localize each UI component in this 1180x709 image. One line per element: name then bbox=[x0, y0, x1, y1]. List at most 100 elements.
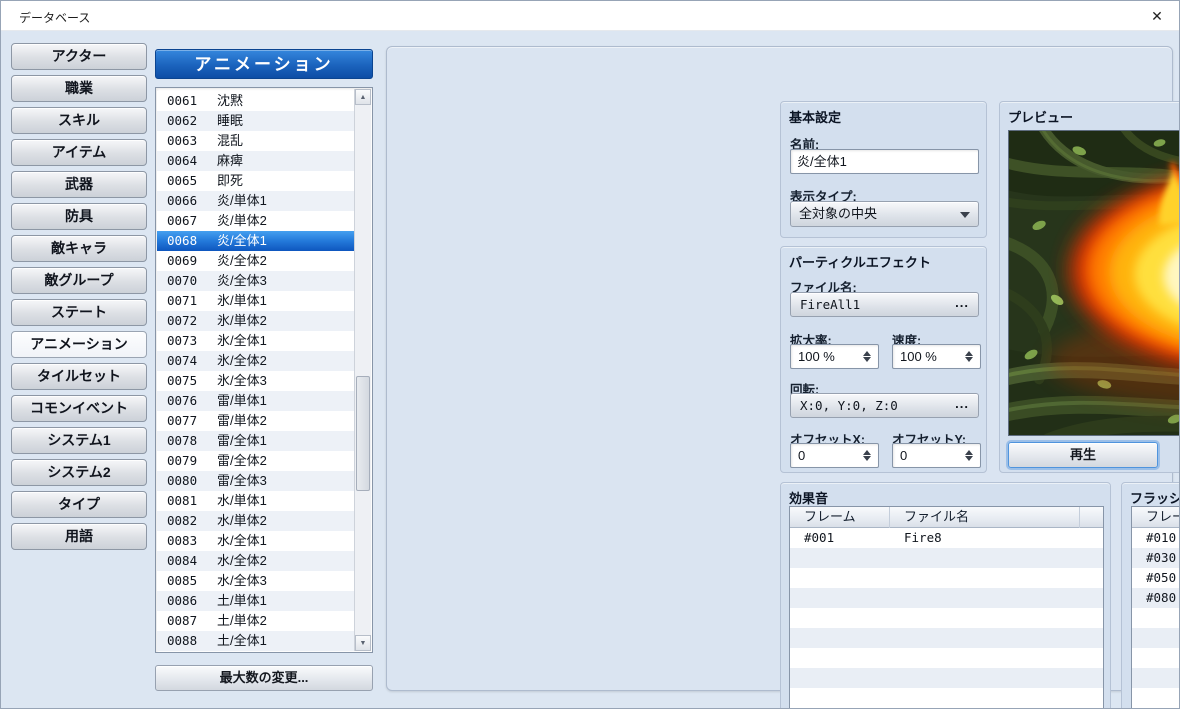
scrollbar-thumb[interactable] bbox=[356, 376, 370, 491]
animation-list-item[interactable]: 0083水/全体1 bbox=[157, 531, 354, 551]
sidebar-item-classes[interactable]: 職業 bbox=[11, 75, 147, 102]
spin-up-icon[interactable] bbox=[965, 450, 973, 455]
animation-list-item[interactable]: 0080雷/全体3 bbox=[157, 471, 354, 491]
animation-id: 0080 bbox=[167, 471, 211, 491]
sidebar-item-troops[interactable]: 敵グループ bbox=[11, 267, 147, 294]
spin-up-icon[interactable] bbox=[863, 450, 871, 455]
flash-row[interactable]: #01030(255,221,51,204) bbox=[1132, 528, 1180, 548]
animation-list-item[interactable]: 0077雷/単体2 bbox=[157, 411, 354, 431]
sidebar-item-terms[interactable]: 用語 bbox=[11, 523, 147, 550]
animation-list-item[interactable]: 0078雷/全体1 bbox=[157, 431, 354, 451]
animation-name: 氷/全体3 bbox=[211, 373, 267, 388]
speed-spinner[interactable]: 100 % bbox=[892, 344, 981, 369]
flash-title: フラッシュ bbox=[1130, 488, 1180, 507]
flash-row[interactable]: #03030(187,102,102,68) bbox=[1132, 548, 1180, 568]
flash-table[interactable]: フレーム時間色 #01030(255,221,51,204)#03030(187… bbox=[1131, 506, 1180, 709]
sidebar-item-states[interactable]: ステート bbox=[11, 299, 147, 326]
flash-column-header: フレーム bbox=[1132, 507, 1180, 528]
particle-effect-title: パーティクルエフェクト bbox=[789, 252, 931, 271]
flash-cell: #080 bbox=[1132, 588, 1180, 608]
se-row[interactable]: #001Fire8 bbox=[790, 528, 1103, 548]
play-button[interactable]: 再生 bbox=[1008, 442, 1158, 468]
change-maximum-button[interactable]: 最大数の変更... bbox=[155, 665, 373, 691]
animation-list-item[interactable]: 0073氷/全体1 bbox=[157, 331, 354, 351]
animation-list-item[interactable]: 0071氷/単体1 bbox=[157, 291, 354, 311]
se-column-header-spacer bbox=[1080, 507, 1103, 528]
animation-list-item[interactable]: 0070炎/全体3 bbox=[157, 271, 354, 291]
close-icon[interactable]: ✕ bbox=[1145, 5, 1169, 27]
animation-list-item[interactable]: 0088土/全体1 bbox=[157, 631, 354, 651]
flash-row[interactable]: #05030(255,221,51,204) bbox=[1132, 568, 1180, 588]
animation-list-item[interactable]: 0086土/単体1 bbox=[157, 591, 354, 611]
animation-list-item[interactable]: 0064麻痺 bbox=[157, 151, 354, 171]
animation-name: 土/全体1 bbox=[211, 633, 267, 648]
animation-list-item[interactable]: 0087土/単体2 bbox=[157, 611, 354, 631]
spin-up-icon[interactable] bbox=[863, 351, 871, 356]
sidebar-item-tilesets[interactable]: タイルセット bbox=[11, 363, 147, 390]
sidebar-item-actors[interactable]: アクター bbox=[11, 43, 147, 70]
spin-down-icon[interactable] bbox=[965, 357, 973, 362]
animation-id: 0075 bbox=[167, 371, 211, 391]
animation-id: 0061 bbox=[167, 91, 211, 111]
se-cell: Fire8 bbox=[890, 528, 1080, 548]
offset-y-spinner[interactable]: 0 bbox=[892, 443, 981, 468]
animation-list-item[interactable]: 0065即死 bbox=[157, 171, 354, 191]
animation-name: 沈黙 bbox=[211, 93, 243, 108]
animation-id: 0088 bbox=[167, 631, 211, 651]
animation-list-item[interactable]: 0074氷/全体2 bbox=[157, 351, 354, 371]
rotation-picker[interactable]: X:0, Y:0, Z:0 ... bbox=[790, 393, 979, 418]
spin-up-icon[interactable] bbox=[965, 351, 973, 356]
sidebar-item-items[interactable]: アイテム bbox=[11, 139, 147, 166]
animation-name: 水/全体1 bbox=[211, 533, 267, 548]
animation-list-item[interactable]: 0069炎/全体2 bbox=[157, 251, 354, 271]
name-input[interactable]: 炎/全体1 bbox=[790, 149, 979, 174]
animation-id: 0079 bbox=[167, 451, 211, 471]
sidebar-item-animations[interactable]: アニメーション bbox=[11, 331, 147, 358]
animation-name: 水/単体2 bbox=[211, 513, 267, 528]
spin-down-icon[interactable] bbox=[863, 357, 871, 362]
spin-down-icon[interactable] bbox=[965, 456, 973, 461]
scroll-up-icon[interactable]: ▲ bbox=[355, 89, 371, 105]
sidebar-item-system1[interactable]: システム1 bbox=[11, 427, 147, 454]
animation-id: 0085 bbox=[167, 571, 211, 591]
speed-value: 100 % bbox=[900, 346, 937, 368]
sidebar-item-types[interactable]: タイプ bbox=[11, 491, 147, 518]
animation-list-item[interactable]: 0085水/全体3 bbox=[157, 571, 354, 591]
file-name-picker[interactable]: FireAll1 ... bbox=[790, 292, 979, 317]
animation-list-item[interactable]: 0061沈黙 bbox=[157, 91, 354, 111]
sidebar-item-weapons[interactable]: 武器 bbox=[11, 171, 147, 198]
animation-list-item[interactable]: 0082水/単体2 bbox=[157, 511, 354, 531]
sidebar-item-common-events[interactable]: コモンイベント bbox=[11, 395, 147, 422]
animation-list-item[interactable]: 0067炎/単体2 bbox=[157, 211, 354, 231]
animation-name: 雷/単体2 bbox=[211, 413, 267, 428]
flash-row[interactable]: #08050(187,102,102,68) bbox=[1132, 588, 1180, 608]
sidebar-item-system2[interactable]: システム2 bbox=[11, 459, 147, 486]
list-scrollbar[interactable]: ▲ ▼ bbox=[354, 89, 371, 651]
scroll-down-icon[interactable]: ▼ bbox=[355, 635, 371, 651]
animation-name: 混乱 bbox=[211, 133, 243, 148]
animation-id: 0078 bbox=[167, 431, 211, 451]
animation-name: 炎/単体1 bbox=[211, 193, 267, 208]
scale-spinner[interactable]: 100 % bbox=[790, 344, 879, 369]
animation-name: 睡眠 bbox=[211, 113, 243, 128]
animation-list-item[interactable]: 0076雷/単体1 bbox=[157, 391, 354, 411]
animation-list[interactable]: 0061沈黙0062睡眠0063混乱0064麻痺0065即死0066炎/単体10… bbox=[155, 87, 373, 653]
offset-x-spinner[interactable]: 0 bbox=[790, 443, 879, 468]
sound-effects-table[interactable]: フレームファイル名 #001Fire8 bbox=[789, 506, 1104, 709]
animation-list-item[interactable]: 0068炎/全体1 bbox=[157, 231, 354, 251]
sidebar-item-skills[interactable]: スキル bbox=[11, 107, 147, 134]
spin-down-icon[interactable] bbox=[863, 456, 871, 461]
display-type-select[interactable]: 全対象の中央 bbox=[790, 201, 979, 227]
animation-list-item[interactable]: 0079雷/全体2 bbox=[157, 451, 354, 471]
sidebar-item-enemies[interactable]: 敵キャラ bbox=[11, 235, 147, 262]
animation-list-item[interactable]: 0062睡眠 bbox=[157, 111, 354, 131]
animation-name: 氷/単体2 bbox=[211, 313, 267, 328]
se-cell: #001 bbox=[790, 528, 890, 548]
animation-list-item[interactable]: 0081水/単体1 bbox=[157, 491, 354, 511]
animation-list-item[interactable]: 0066炎/単体1 bbox=[157, 191, 354, 211]
sidebar-item-armors[interactable]: 防具 bbox=[11, 203, 147, 230]
animation-list-item[interactable]: 0075氷/全体3 bbox=[157, 371, 354, 391]
animation-list-item[interactable]: 0072氷/単体2 bbox=[157, 311, 354, 331]
animation-list-item[interactable]: 0084水/全体2 bbox=[157, 551, 354, 571]
animation-list-item[interactable]: 0063混乱 bbox=[157, 131, 354, 151]
